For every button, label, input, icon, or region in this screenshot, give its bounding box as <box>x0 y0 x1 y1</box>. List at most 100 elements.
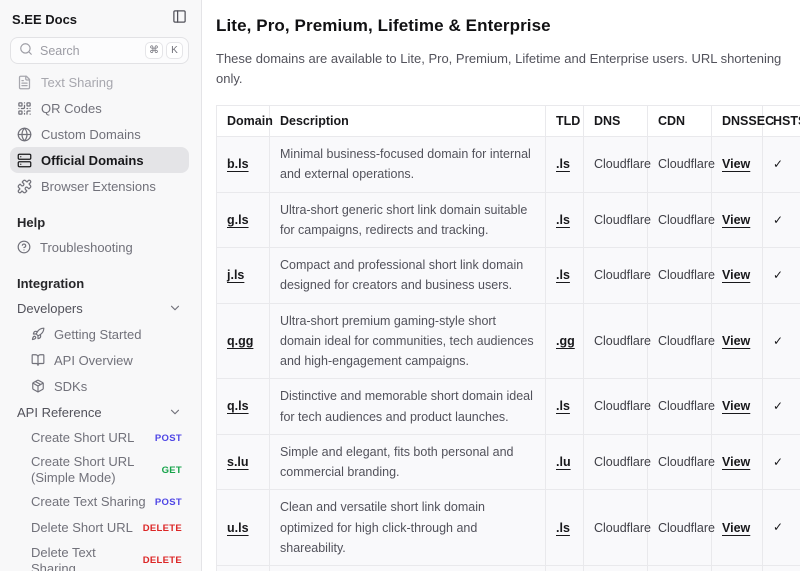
description-value: Clean and versatile short link domain op… <box>280 500 485 555</box>
dnssec-view-link[interactable]: View <box>722 521 750 535</box>
domain-link[interactable]: j.ls <box>227 268 244 282</box>
dnssec-view-link[interactable]: View <box>722 213 750 227</box>
tld-link[interactable]: .ls <box>556 399 570 413</box>
sidebar-item-api-overview[interactable]: API Overview <box>10 347 189 373</box>
tld-link[interactable]: .ls <box>556 213 570 227</box>
dns-value: Cloudflare <box>594 213 651 227</box>
tld-link[interactable]: .gg <box>556 334 575 348</box>
dns-cell: Cloudflare <box>584 248 648 304</box>
tld-link[interactable]: .ls <box>556 157 570 171</box>
tld-cell: .nu <box>546 566 584 571</box>
sidebar-item-label: Troubleshooting <box>40 240 133 255</box>
qr-code-icon <box>17 101 32 116</box>
column-header-dnssec: DNSSEC <box>712 106 763 137</box>
sidebar-item-qr-codes[interactable]: QR Codes <box>10 95 189 121</box>
domain-link[interactable]: q.gg <box>227 334 253 348</box>
search-placeholder: Search <box>40 44 80 58</box>
domain-cell: q.ls <box>217 379 270 435</box>
sidebar-item-create-short-url-simple-mode-[interactable]: Create Short URL (Simple Mode) GET <box>10 451 189 490</box>
checkmark-icon: ✓ <box>773 213 783 227</box>
section-heading: Integration <box>10 276 189 291</box>
sidebar-toggle-button[interactable] <box>172 9 187 29</box>
tld-link[interactable]: .lu <box>556 455 571 469</box>
sidebar-folder-developers[interactable]: Developers <box>10 295 189 321</box>
sidebar-item-create-short-url[interactable]: Create Short URLPOST <box>10 425 189 451</box>
circle-help-icon <box>17 240 31 254</box>
cdn-cell: Cloudflare <box>648 434 712 490</box>
table-row: s.luSimple and elegant, fits both person… <box>217 434 800 490</box>
method-badge: GET <box>162 465 182 476</box>
sidebar-item-create-text-sharing[interactable]: Create Text SharingPOST <box>10 490 189 516</box>
tld-link[interactable]: .ls <box>556 268 570 282</box>
column-header-description: Description <box>270 106 546 137</box>
domain-cell: q.gg <box>217 303 270 379</box>
domain-cell: j.ls <box>217 248 270 304</box>
app-title: S.EE Docs <box>12 12 77 27</box>
search-input[interactable]: Search ⌘ K <box>10 37 189 64</box>
dnssec-view-cell: View <box>712 192 763 248</box>
folder-label: API Reference <box>17 405 102 420</box>
tld-cell: .ls <box>546 192 584 248</box>
description-cell: Ultra-short premium domain, focused on m… <box>270 566 546 571</box>
hsts-cell: ✓ <box>763 566 800 571</box>
sidebar-item-label: SDKs <box>54 379 87 394</box>
cdn-cell: Cloudflare <box>648 248 712 304</box>
description-cell: Ultra-short premium gaming-style short d… <box>270 303 546 379</box>
dnssec-view-cell: View <box>712 248 763 304</box>
domain-link[interactable]: b.ls <box>227 157 249 171</box>
domain-link[interactable]: g.ls <box>227 213 249 227</box>
sidebar-folder-api-reference[interactable]: API Reference <box>10 399 189 425</box>
api-endpoint-label: Create Short URL (Simple Mode) <box>31 454 156 487</box>
domain-link[interactable]: s.lu <box>227 455 249 469</box>
sidebar-item-label: API Overview <box>54 353 133 368</box>
column-header-cdn: CDN <box>648 106 712 137</box>
domain-link[interactable]: q.ls <box>227 399 249 413</box>
description-value: Minimal business-focused domain for inte… <box>280 147 531 181</box>
sidebar-item-troubleshooting[interactable]: Troubleshooting <box>10 234 189 260</box>
folder-label: Developers <box>17 301 83 316</box>
search-shortcut: ⌘ K <box>145 42 183 59</box>
sidebar-item-label: Text Sharing <box>41 75 113 90</box>
section-heading: Help <box>10 215 189 230</box>
dnssec-view-link[interactable]: View <box>722 157 750 171</box>
dnssec-view-link[interactable]: View <box>722 455 750 469</box>
sidebar-header: S.EE Docs <box>10 8 189 28</box>
book-open-icon <box>31 353 45 367</box>
domain-cell: u.nu <box>217 566 270 571</box>
dns-value: Cloudflare <box>594 268 651 282</box>
column-header-tld: TLD <box>546 106 584 137</box>
cmd-key: ⌘ <box>145 42 163 59</box>
tld-cell: .ls <box>546 379 584 435</box>
checkmark-icon: ✓ <box>773 399 783 413</box>
cdn-value: Cloudflare <box>658 213 715 227</box>
dnssec-view-link[interactable]: View <box>722 268 750 282</box>
dns-cell: Cloudflare <box>584 137 648 193</box>
puzzle-icon <box>17 179 32 194</box>
sidebar-nav: Text Sharing QR CodesCustom DomainsOffici… <box>10 69 189 199</box>
tld-link[interactable]: .ls <box>556 521 570 535</box>
sidebar-item-text-sharing[interactable]: Text Sharing <box>10 69 189 95</box>
hsts-cell: ✓ <box>763 248 800 304</box>
domain-link[interactable]: u.ls <box>227 521 249 535</box>
checkmark-icon: ✓ <box>773 520 783 534</box>
sidebar-item-browser-extensions[interactable]: Browser Extensions <box>10 173 189 199</box>
sidebar-item-sdks[interactable]: SDKs <box>10 373 189 399</box>
server-icon <box>17 153 32 168</box>
rocket-icon <box>31 327 45 341</box>
dnssec-view-link[interactable]: View <box>722 399 750 413</box>
checkmark-icon: ✓ <box>773 334 783 348</box>
cdn-cell: Cloudflare <box>648 192 712 248</box>
method-badge: POST <box>155 433 182 444</box>
panel-left-icon <box>172 9 187 29</box>
sidebar-item-getting-started[interactable]: Getting Started <box>10 321 189 347</box>
sidebar-item-custom-domains[interactable]: Custom Domains <box>10 121 189 147</box>
method-badge: DELETE <box>143 523 182 534</box>
page-title: Lite, Pro, Premium, Lifetime & Enterpris… <box>216 16 800 36</box>
description-value: Ultra-short generic short link domain su… <box>280 203 527 237</box>
cdn-value: Cloudflare <box>658 268 715 282</box>
description-value: Ultra-short premium gaming-style short d… <box>280 314 534 369</box>
sidebar-item-official-domains[interactable]: Official Domains <box>10 147 189 173</box>
dnssec-view-link[interactable]: View <box>722 334 750 348</box>
sidebar-item-delete-short-url[interactable]: Delete Short URLDELETE <box>10 516 189 542</box>
sidebar-item-delete-text-sharing[interactable]: Delete Text SharingDELETE <box>10 542 189 571</box>
